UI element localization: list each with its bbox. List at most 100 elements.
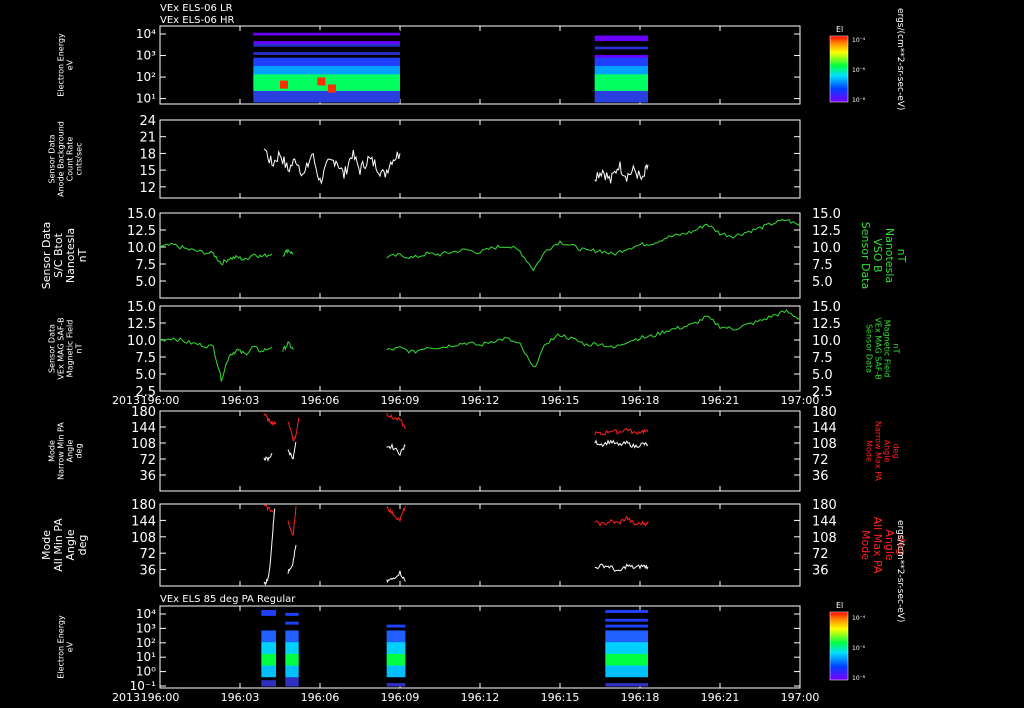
y-axis-label: cnts/sec	[75, 143, 84, 176]
spectrogram-cell	[605, 642, 648, 646]
y-tick-label-right: 15.0	[812, 300, 841, 315]
time-tick-label: 196:00	[141, 691, 180, 704]
spectrogram-cell	[261, 645, 276, 649]
series-line-red	[287, 506, 297, 536]
spectrogram-cell	[386, 642, 406, 646]
spectrogram-cell	[605, 671, 648, 675]
spectrogram-cell	[285, 674, 299, 678]
series-line-white	[263, 508, 276, 587]
spectrogram-cell	[261, 650, 276, 655]
spectrogram-cell	[386, 662, 406, 667]
panel-frame	[159, 410, 801, 492]
series-line-green	[282, 341, 294, 352]
spectrogram-cell	[261, 621, 276, 626]
y-axis-label: eV	[66, 641, 75, 652]
y-tick-label-right: 72	[812, 547, 829, 562]
y-tick-label: 12.5	[127, 317, 156, 332]
spectrogram-cell	[285, 642, 299, 646]
spectrogram-cell	[261, 680, 276, 684]
series-line-white	[263, 452, 273, 463]
panel-1: Electron Energy eV 10⁴ 10³ 10² 10¹	[57, 25, 801, 106]
time-tick-label: 197:00	[781, 691, 820, 704]
y-axis-label: Magnetic Field	[66, 320, 75, 378]
y-tick-label-right: 36	[812, 469, 829, 484]
spectrogram-cell	[261, 659, 276, 664]
series-line-white	[594, 439, 649, 449]
y-axis-label: Mode	[48, 440, 57, 462]
spectrogram-cell	[386, 648, 406, 652]
spectrogram-cell	[261, 610, 276, 614]
y-axis-label-right: Angle	[883, 440, 892, 463]
time-tick-label: 196:09	[381, 691, 420, 704]
series-line-red	[594, 515, 649, 527]
spectrogram-cell	[605, 645, 648, 649]
spectrogram-cell	[261, 665, 276, 669]
time-tick-label: 196:06	[301, 394, 340, 407]
y-tick-label: 10³	[136, 49, 156, 63]
panel-2: Sensor Data Anode Background Count Rate cnt…	[48, 114, 801, 199]
time-tick-label: 196:15	[541, 691, 580, 704]
time-tick-label: 197:00	[781, 394, 820, 407]
y-axis-label: Electron Energy	[57, 33, 66, 97]
spectrogram-cell	[605, 624, 648, 629]
y-tick-label-right: 12.5	[812, 224, 841, 239]
colorbar-bottom-label: El	[836, 601, 843, 610]
spectrogram-cell	[386, 610, 406, 614]
y-tick-label: 7.5	[135, 351, 156, 366]
bottom-panel-title: VEx ELS 85 deg PA Regular	[160, 594, 296, 605]
spectrogram-cell	[253, 99, 400, 103]
y-tick-label-right: 5.0	[812, 368, 833, 383]
spectrogram-cell	[261, 633, 276, 637]
y-tick-label: 72	[139, 547, 156, 562]
spectrogram-cell	[605, 610, 648, 614]
y-tick-label: 10.0	[127, 241, 156, 256]
spectrogram-cell	[261, 662, 276, 667]
time-tick-label: 196:18	[621, 394, 660, 407]
spectrogram-cell	[386, 612, 406, 617]
y-axis-label: deg	[75, 443, 84, 458]
spectrogram-cell	[285, 627, 299, 631]
spectrogram-cell	[605, 630, 648, 634]
spectrogram-cell	[386, 636, 406, 640]
series-line-white	[594, 161, 649, 184]
y-axis-label: Sensor Data	[48, 324, 57, 373]
spectrogram-cell	[605, 615, 648, 620]
spectrogram-cell	[605, 677, 648, 681]
y-axis-label: Count Rate	[66, 137, 75, 182]
y-axis-label-right: Angle	[883, 529, 896, 561]
y-tick-label-right: 10.0	[812, 241, 841, 256]
y-tick-label-right: 10.0	[812, 334, 841, 349]
y-tick-label-right: 12.5	[812, 317, 841, 332]
colorbar-top: El 10⁻⁴ 10⁻⁶ 10⁻⁸ ergs/(cm**2-sr-sec-eV)	[829, 8, 905, 110]
time-tick-label: 196:21	[701, 394, 740, 407]
spectrogram-cell	[386, 656, 406, 661]
spectrogram-cell	[285, 677, 299, 681]
y-tick-label: 15	[139, 164, 156, 179]
spectrogram-cell	[285, 610, 299, 614]
time-axis-2: 2013 196:00 196:03 196:06 196:09 196:12 196:15…	[112, 691, 819, 704]
spectrogram-cell	[285, 668, 299, 672]
y-axis-label-right: VEx MAG SAF-B	[874, 317, 883, 379]
spectrogram-cell	[605, 648, 648, 652]
spectrogram-cell	[261, 671, 276, 675]
time-tick-label: 196:09	[381, 394, 420, 407]
spectrogram-cell	[285, 630, 299, 634]
y-tick-label: 21	[139, 131, 156, 146]
y-axis-label: Angle	[66, 440, 75, 463]
spectrogram-cell	[285, 648, 299, 652]
y-tick-label: 10⁴	[136, 607, 156, 621]
y-tick-label: 10⁴	[136, 27, 156, 41]
spectrogram-cell	[261, 639, 276, 643]
y-tick-label-right: 180	[812, 498, 837, 513]
y-tick-label: 10¹	[136, 650, 156, 664]
panel-4: Sensor Data VEx MAG SAF-B Magnetic Field nT…	[48, 300, 901, 400]
y-tick-label-right: 7.5	[812, 258, 833, 273]
series-line-red	[263, 413, 277, 427]
y-tick-label: 144	[131, 421, 156, 436]
series-line-white	[287, 441, 297, 460]
time-tick-label: 196:03	[221, 394, 260, 407]
spectrogram-cell	[386, 671, 406, 675]
spectrogram-cell	[261, 630, 276, 634]
spectrogram-cell	[386, 633, 406, 637]
year-label: 2013	[112, 691, 140, 704]
